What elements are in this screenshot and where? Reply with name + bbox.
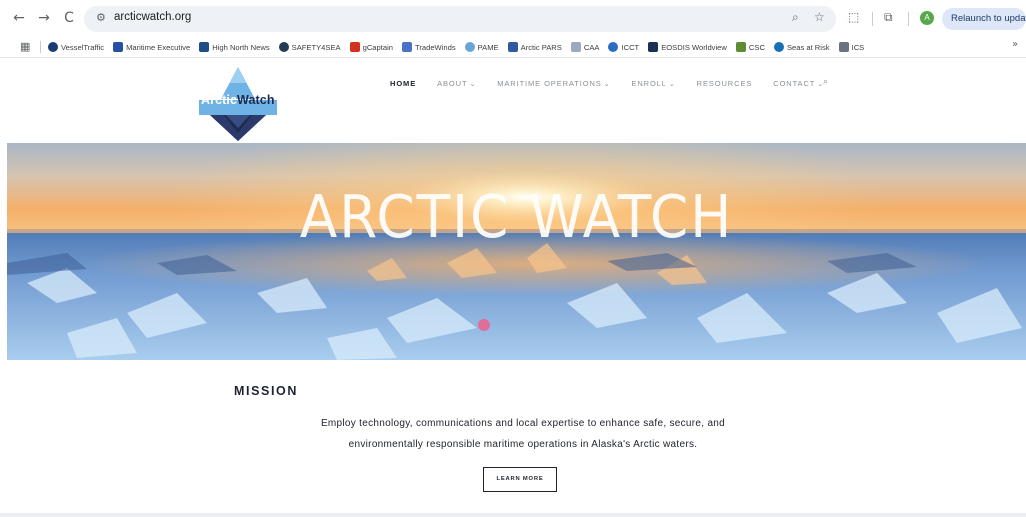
main-navigation: HOME ABOUT ⌄ MARITIME OPERATIONS ⌄ ENROLL ⌄ RES… [390, 79, 824, 88]
bookmark-item[interactable]: gCaptain [349, 42, 393, 52]
bookmark-favicon-icon [570, 42, 581, 52]
bookmark-favicon-icon [464, 42, 475, 52]
chevron-down-icon: ⌄ [668, 80, 676, 88]
bookmark-favicon-icon [507, 42, 518, 52]
forward-button[interactable]: → [35, 9, 53, 27]
nav-item-about[interactable]: ABOUT ⌄ [437, 79, 476, 88]
bookmarks-bar: ▦ VesselTraffic Maritime Executive High No… [0, 36, 1026, 58]
bookmark-item[interactable]: EOSDIS Worldview [648, 42, 727, 52]
extensions-icon[interactable]: ⬚ [848, 10, 859, 24]
hero-image [7, 143, 1026, 360]
bookmark-label: TradeWinds [415, 42, 456, 52]
bookmark-label: Arctic PARS [520, 42, 562, 52]
nav-item-enroll[interactable]: ENROLL ⌄ [631, 79, 675, 88]
address-bar[interactable] [84, 6, 836, 32]
search-icon[interactable]: ⌕ [823, 77, 828, 87]
apps-grid-icon[interactable]: ▦ [20, 40, 30, 53]
bookmark-favicon-icon [773, 42, 784, 52]
bookmark-label: EOSDIS Worldview [661, 42, 727, 52]
bookmarks-list: VesselTraffic Maritime Executive High Nort… [48, 36, 864, 58]
tab-search-icon[interactable]: ⧉ [884, 10, 893, 25]
bookmark-label: CSC [748, 42, 765, 52]
bookmark-item[interactable]: SAFETY4SEA [278, 42, 341, 52]
bookmark-label: ICCT [621, 42, 640, 52]
relaunch-button[interactable]: Relaunch to update [942, 8, 1026, 30]
bookmark-item[interactable]: Seas at Risk [773, 42, 830, 52]
bookmark-item[interactable]: CSC [735, 42, 765, 52]
site-header: ArcticWatch HOME ABOUT ⌄ MARITIME OPERATION… [0, 59, 1026, 143]
mission-heading: MISSION [234, 384, 298, 398]
profile-avatar[interactable]: A [920, 11, 934, 25]
zoom-icon[interactable]: ⌕ [792, 10, 799, 25]
bookmark-item[interactable]: VesselTraffic [48, 42, 104, 52]
nav-item-home[interactable]: HOME [390, 79, 416, 88]
bookmark-item[interactable]: Maritime Executive [113, 42, 190, 52]
bookmark-favicon-icon [278, 42, 289, 52]
learn-more-button[interactable]: LEARN MORE [483, 467, 557, 492]
section-divider [0, 513, 1026, 517]
bookmark-item[interactable]: CAA [570, 42, 600, 52]
bookmark-item[interactable]: ICS [838, 42, 865, 52]
bookmark-favicon-icon [735, 42, 746, 52]
toolbar-divider [872, 12, 873, 26]
bookmark-favicon-icon [648, 42, 659, 52]
chevron-down-icon: ⌄ [603, 80, 611, 88]
bookmark-item[interactable]: ICCT [608, 42, 639, 52]
bookmark-label: High North News [212, 42, 270, 52]
toolbar-divider [908, 12, 909, 26]
bookmark-label: gCaptain [362, 42, 393, 52]
bookmark-label: Maritime Executive [126, 42, 191, 52]
nav-item-label: CONTACT [773, 79, 816, 88]
bookmark-label: SAFETY4SEA [291, 42, 341, 52]
back-button[interactable]: ← [10, 9, 28, 27]
bookmark-favicon-icon [402, 42, 412, 52]
bookmark-favicon-icon [608, 42, 619, 52]
bookmark-favicon-icon [48, 42, 58, 52]
mission-statement: Employ technology, communications and lo… [233, 413, 813, 455]
nav-item-resources[interactable]: RESOURCES [697, 79, 753, 88]
bookmark-label: ICS [851, 42, 865, 52]
bookmark-label: CAA [583, 42, 600, 52]
nav-item-contact[interactable]: CONTACT ⌄ [773, 79, 824, 88]
mission-line-1: Employ technology, communications and lo… [320, 418, 726, 429]
nav-item-label: ABOUT [437, 79, 468, 88]
bookmark-item[interactable]: High North News [199, 42, 270, 52]
hero-title: ARCTIC WATCH [299, 182, 734, 251]
chevron-down-icon: ⌄ [469, 80, 477, 88]
mission-line-2: environmentally responsible maritime ope… [348, 439, 698, 450]
bookmark-favicon-icon [113, 42, 124, 52]
bookmark-favicon-icon [349, 42, 360, 52]
hero-banner: ARCTIC WATCH [7, 143, 1026, 360]
browser-toolbar: ← → C ⚙ arcticwatch.org ⌕ ☆ ⬚ ⧉ A Relaun… [0, 0, 1026, 36]
nav-item-label: ENROLL [631, 79, 667, 88]
nav-item-label: HOME [390, 79, 417, 88]
tune-icon[interactable]: ⚙ [96, 11, 106, 24]
bookmark-item[interactable]: Arctic PARS [507, 42, 562, 52]
url-text[interactable]: arcticwatch.org [114, 11, 191, 23]
bookmark-favicon-icon [838, 42, 849, 52]
reload-button[interactable]: C [60, 9, 78, 27]
bookmark-favicon-icon [199, 42, 210, 52]
nav-item-maritime-operations[interactable]: MARITIME OPERATIONS ⌄ [497, 79, 610, 88]
bookmark-item[interactable]: PAME [464, 42, 499, 52]
bookmark-star-icon[interactable]: ☆ [814, 10, 825, 24]
bookmarks-divider [40, 41, 41, 53]
bookmark-label: PAME [477, 42, 499, 52]
bookmark-label: Seas at Risk [786, 42, 830, 52]
bookmark-item[interactable]: TradeWinds [402, 42, 456, 52]
bookmarks-overflow-button[interactable]: » [1012, 39, 1018, 50]
bookmark-label: VesselTraffic [61, 42, 105, 52]
logo-wordmark: ArcticWatch [201, 93, 275, 107]
nav-item-label: RESOURCES [696, 79, 753, 88]
nav-item-label: MARITIME OPERATIONS [497, 79, 602, 88]
